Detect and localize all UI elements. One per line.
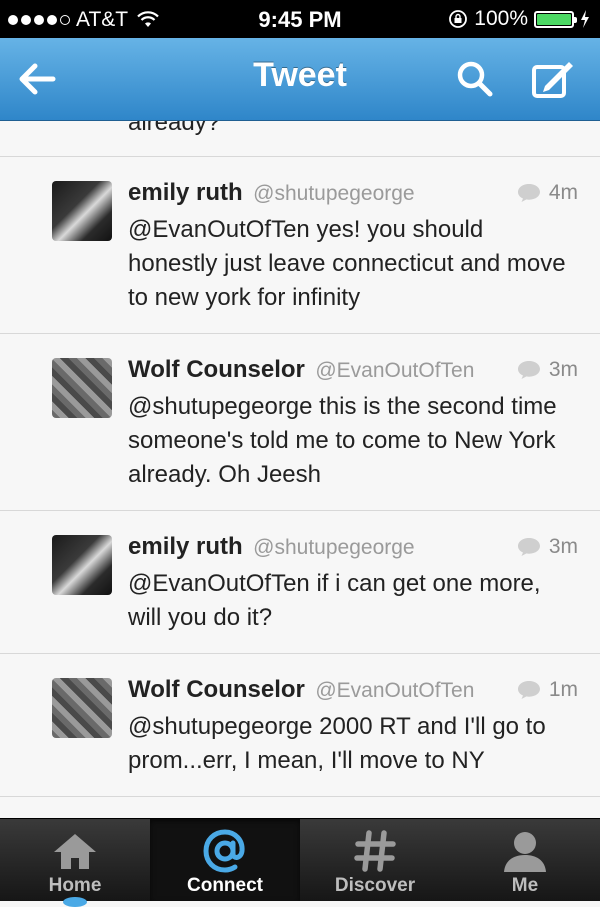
person-icon [504,832,546,872]
tweet-item[interactable]: Wolf Counselor @EvanOutOfTen 1m @shutupe… [0,654,600,797]
tweet-text: @shutupegeorge 2000 RT and I'll go to pr… [128,713,546,774]
tab-me[interactable]: Me [450,819,600,901]
avatar[interactable] [52,535,112,595]
tweet-item[interactable]: Wolf Counselor @EvanOutOfTen 3m @shutupe… [0,334,600,511]
tweet-author-handle: @shutupegeorge [253,182,415,205]
charging-icon [581,10,589,28]
tab-discover[interactable]: Discover [300,819,450,901]
tweet-author-name: Wolf Counselor [128,676,305,703]
search-icon [457,61,493,97]
tweet-author-handle: @EvanOutOfTen [315,679,475,702]
tab-label: Me [511,875,539,896]
tweet-author-name: Wolf Counselor [128,356,305,383]
reply-bubble-icon [517,681,540,699]
partial-tweet-text: already? [128,121,221,136]
avatar[interactable] [52,358,112,418]
tweet-text: @EvanOutOfTen if i can get one more, wil… [128,570,541,631]
tweet-timestamp: 3m [548,535,578,558]
reply-bubble-icon [517,361,540,379]
search-button[interactable] [452,56,498,102]
tab-label: Connect [187,875,263,896]
battery-percent: 100% [474,7,528,30]
tweet-text: @EvanOutOfTen yes! you should honestly j… [128,216,566,311]
tweet-text: @shutupegeorge this is the second time s… [128,393,557,488]
navigation-bar: Tweet [0,38,600,121]
tweet-timestamp: 4m [548,181,578,204]
reply-bubble-icon [517,538,540,556]
tweet-timeline[interactable]: already? emily ruth @shutupegeorge 4m @E… [0,121,600,818]
tab-label: Home [48,875,102,896]
tweet-author-handle: @EvanOutOfTen [315,359,475,382]
hashtag-icon [354,830,396,872]
tweet-timestamp: 1m [548,678,578,701]
tab-connect[interactable]: Connect [150,819,300,901]
tab-home[interactable]: Home [0,819,150,907]
tweet-author-name: emily ruth [128,533,243,560]
rotation-lock-icon [449,10,468,28]
battery-icon [534,10,577,28]
tweet-timestamp: 3m [548,358,578,381]
avatar[interactable] [52,678,112,738]
tab-label: Discover [334,875,416,896]
unread-indicator [63,897,87,907]
tweet-item[interactable]: emily ruth @shutupegeorge 4m @EvanOutOfT… [0,157,600,334]
home-icon [54,834,96,869]
reply-bubble-icon [517,184,540,202]
compose-button[interactable] [530,56,576,102]
tab-bar: Home Connect Discover Me [0,818,600,907]
tweet-item[interactable]: emily ruth @shutupegeorge 3m @EvanOutOfT… [0,511,600,654]
at-sign-icon [203,829,245,873]
tweet-author-name: emily ruth [128,179,243,206]
status-bar: AT&T 9:45 PM 100% [0,0,600,38]
tweet-author-handle: @shutupegeorge [253,536,415,559]
avatar[interactable] [52,181,112,241]
partial-tweet[interactable]: already? [0,121,600,157]
compose-icon [532,62,573,98]
page-title: Tweet [253,56,347,94]
